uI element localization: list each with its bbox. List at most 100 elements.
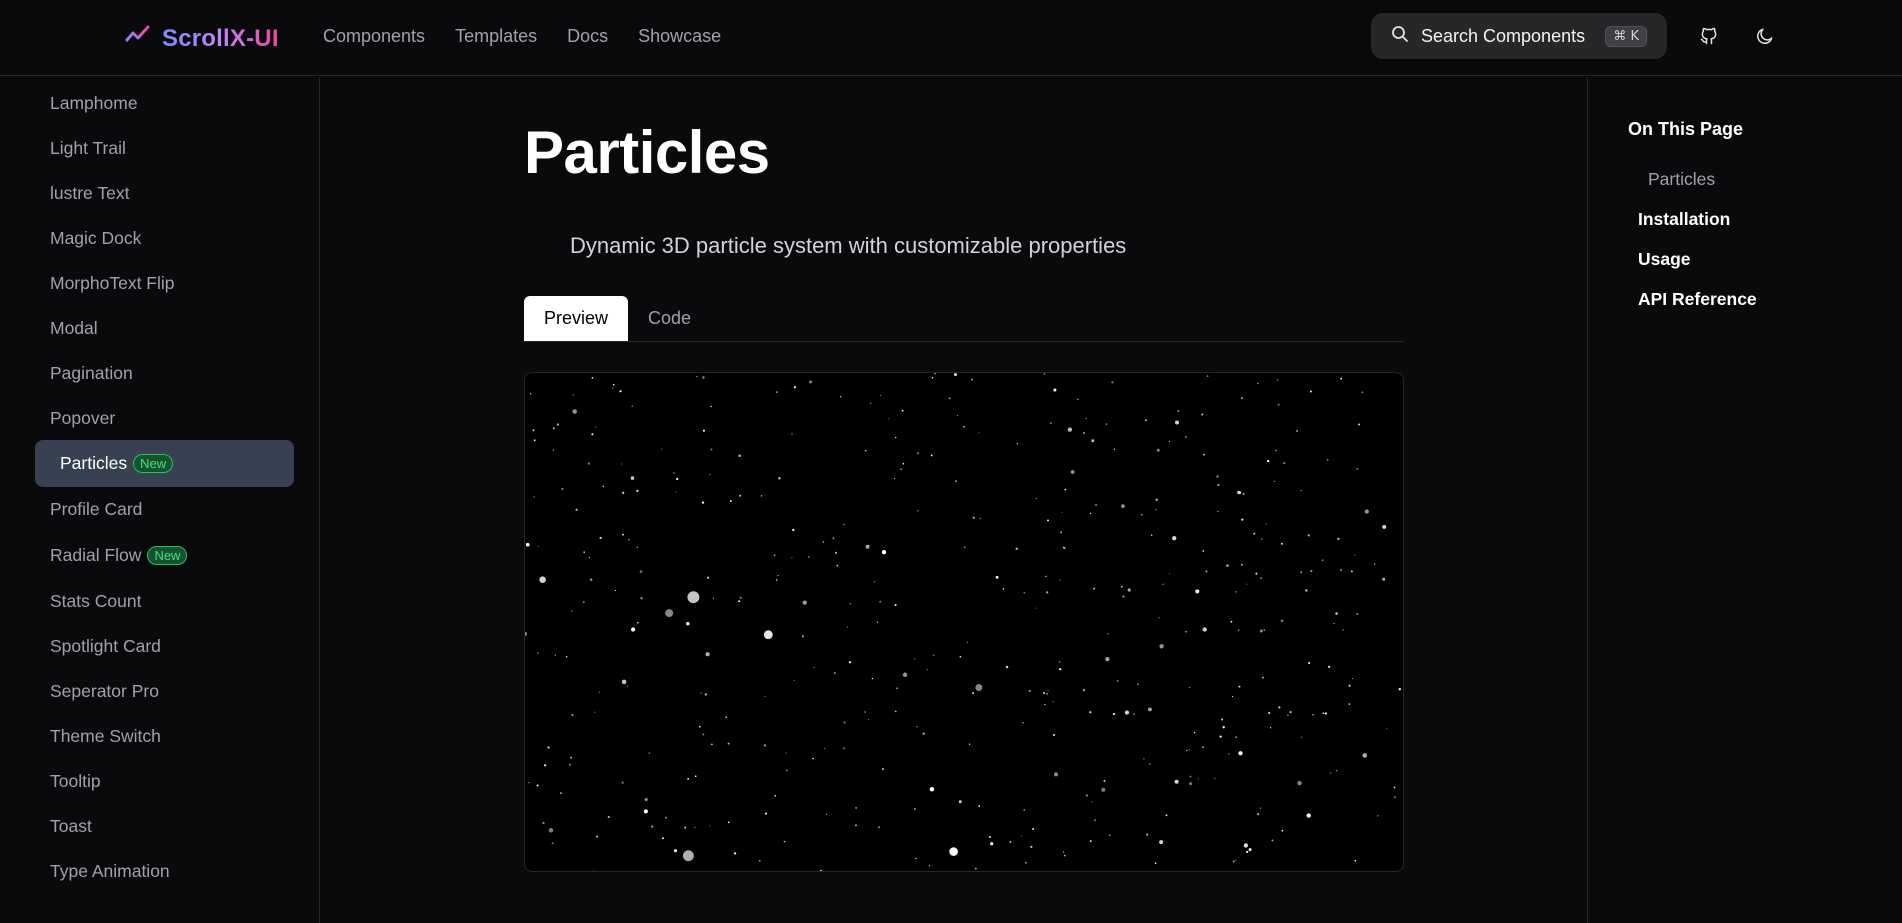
particle [895,436,897,439]
sidebar-item-profile-card[interactable]: Profile Card [35,486,294,533]
particle [1186,749,1188,752]
particle [1226,564,1229,567]
moon-icon[interactable] [1753,24,1777,48]
particle [539,576,546,583]
particle [846,626,849,628]
particle [1067,427,1073,432]
sidebar-item-stats-count[interactable]: Stats Count [35,578,294,625]
toc-link-particles[interactable]: Particles [1648,169,1715,190]
particle [1280,619,1284,623]
sidebar-item-magic-dock[interactable]: Magic Dock [35,215,294,262]
particle [1020,835,1023,837]
particle-canvas [525,373,1401,871]
sidebar-item-modal[interactable]: Modal [35,305,294,352]
particle [760,495,763,497]
particle [842,747,846,750]
particle [1242,493,1245,495]
view-tabs: Preview Code [524,296,1404,342]
particle [1116,680,1119,682]
particle [1300,489,1302,492]
tab-preview[interactable]: Preview [524,296,629,341]
particle [729,500,732,503]
particle [591,377,594,379]
particle [873,581,875,583]
particle [590,578,593,581]
particle [704,693,707,696]
particle [801,635,804,638]
particle [537,545,539,548]
particle [1197,778,1200,780]
particle [1159,644,1164,649]
particle [1202,550,1205,552]
sidebar-item-type-animation[interactable]: Type Animation [35,848,294,895]
particle [1274,480,1276,482]
sidebar-item-toast[interactable]: Toast [35,803,294,850]
particle [1089,711,1092,714]
particle [1348,684,1351,687]
sidebar-item-pagination[interactable]: Pagination [35,350,294,397]
particle [1263,629,1265,631]
sidebar-item-lamphome[interactable]: Lamphome [35,80,294,127]
particle [1361,391,1364,394]
toc-link-installation[interactable]: Installation [1638,209,1730,230]
sidebar-item-popover[interactable]: Popover [35,395,294,442]
particle [879,600,882,603]
sidebar-item-morphotext-flip[interactable]: MorphoText Flip [35,260,294,307]
sidebar-item-label: Toast [50,816,92,836]
sidebar-item-tooltip[interactable]: Tooltip [35,758,294,805]
particle [1228,753,1230,755]
nav-components[interactable]: Components [323,26,425,47]
particles-preview[interactable] [524,372,1404,872]
nav-showcase[interactable]: Showcase [638,26,721,47]
particle [764,695,766,697]
particle [1185,436,1187,438]
particle [548,828,554,833]
component-sidebar: Lamphome Light Trail lustre Text Magic D… [0,77,320,923]
toc-link-usage[interactable]: Usage [1638,249,1691,270]
tab-code[interactable]: Code [628,296,711,341]
search-button[interactable]: Search Components ⌘ K [1371,13,1667,59]
particle [1043,692,1046,695]
particle [1246,850,1249,854]
sidebar-item-light-trail[interactable]: Light Trail [35,125,294,172]
particle [602,485,605,487]
sidebar-item-particles[interactable]: Particles New [35,440,294,487]
sidebar-item-seperator-pro[interactable]: Seperator Pro [35,668,294,715]
particle [565,656,568,658]
sidebar-item-theme-switch[interactable]: Theme Switch [35,713,294,760]
particle [1064,488,1067,491]
toc-link-api-reference[interactable]: API Reference [1638,289,1757,310]
nav-templates[interactable]: Templates [455,26,537,47]
particle [694,826,696,829]
sidebar-item-radial-flow[interactable]: Radial Flow New [35,532,294,579]
particle [1354,859,1357,862]
particle [995,575,999,579]
brand-logo[interactable]: ScrollX-UI [124,22,279,55]
particle [1174,779,1179,784]
particle [1030,845,1033,848]
particle [552,427,555,430]
particle [651,825,654,828]
particle [864,449,867,452]
particle [1297,780,1302,786]
particle [1310,569,1313,573]
nav-docs[interactable]: Docs [567,26,608,47]
sidebar-item-spotlight-card[interactable]: Spotlight Card [35,623,294,670]
particle [1276,379,1279,381]
particle [1312,713,1314,716]
particle [1335,612,1338,615]
particle [684,826,687,829]
particle [1340,569,1342,571]
particle [1111,381,1114,384]
particle [636,621,639,624]
particle [1241,518,1244,521]
particle [971,378,973,381]
particle [1024,861,1028,864]
github-icon[interactable] [1697,24,1721,48]
particle [1185,630,1187,633]
brand-name: ScrollX-UI [162,24,279,52]
particle [1268,711,1271,715]
particle [1103,779,1106,783]
sidebar-item-lustre-text[interactable]: lustre Text [35,170,294,217]
particle [978,432,980,434]
